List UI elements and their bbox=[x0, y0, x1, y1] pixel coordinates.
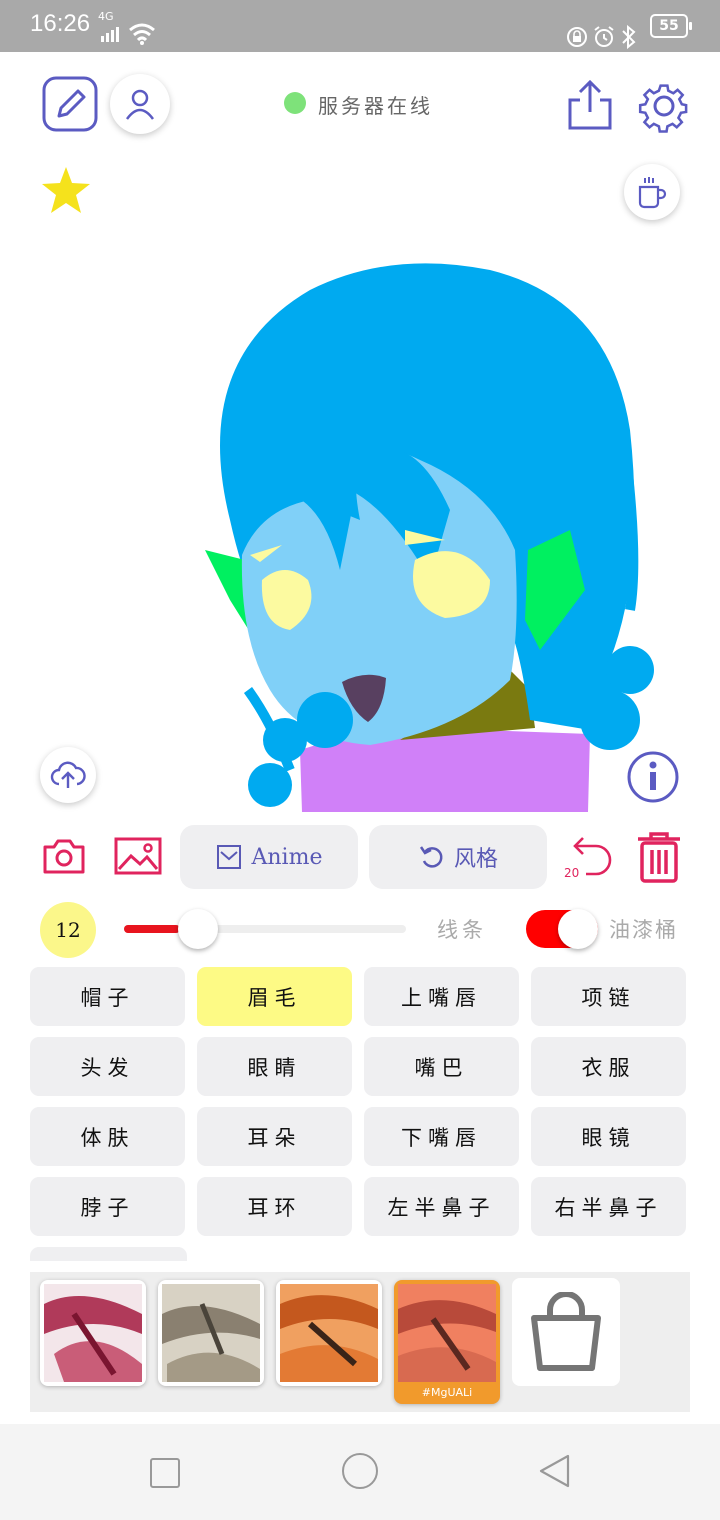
part-button-selected[interactable]: 眉毛 bbox=[197, 967, 352, 1026]
part-button[interactable]: 眼镜 bbox=[531, 1107, 686, 1166]
network-type: 4G bbox=[98, 10, 114, 23]
part-button[interactable]: 上嘴唇 bbox=[364, 967, 519, 1026]
status-bar: 16:26 4G 55 bbox=[0, 0, 720, 52]
part-button[interactable]: 眼睛 bbox=[197, 1037, 352, 1096]
coffee-cup-icon bbox=[638, 177, 667, 209]
server-status-dot bbox=[284, 92, 306, 114]
anime-button[interactable]: Anime bbox=[180, 825, 358, 889]
part-button[interactable]: 帽子 bbox=[30, 967, 185, 1026]
recents-icon[interactable] bbox=[150, 1458, 180, 1488]
part-button[interactable]: 体肤 bbox=[30, 1107, 185, 1166]
undo-count: 20 bbox=[564, 866, 580, 880]
part-button[interactable]: 左半鼻子 bbox=[364, 1177, 519, 1236]
image-gallery-icon[interactable] bbox=[114, 836, 162, 876]
brush-size-slider-track[interactable] bbox=[124, 909, 406, 949]
style-thumbnail-selected[interactable]: #MgUALi bbox=[394, 1280, 500, 1404]
style-thumbnail[interactable] bbox=[158, 1280, 264, 1386]
cloud-upload-icon bbox=[50, 761, 86, 788]
profile-button[interactable] bbox=[110, 74, 170, 134]
back-icon[interactable] bbox=[538, 1454, 572, 1488]
part-button-partial[interactable] bbox=[30, 1247, 187, 1261]
anime-label: Anime bbox=[251, 844, 323, 870]
style-thumbnail[interactable] bbox=[276, 1280, 382, 1386]
part-button[interactable]: 耳朵 bbox=[197, 1107, 352, 1166]
info-icon[interactable] bbox=[626, 750, 680, 804]
line-mode-label: 线条 bbox=[437, 918, 487, 942]
share-icon[interactable] bbox=[566, 78, 614, 132]
selected-style-caption: #MgUALi bbox=[421, 1386, 473, 1399]
trash-icon[interactable] bbox=[634, 830, 684, 884]
part-button[interactable]: 耳环 bbox=[197, 1177, 352, 1236]
part-button[interactable]: 衣服 bbox=[531, 1037, 686, 1096]
lock-icon bbox=[567, 27, 587, 47]
part-button[interactable]: 嘴巴 bbox=[364, 1037, 519, 1096]
wifi-icon bbox=[129, 23, 155, 45]
user-icon bbox=[125, 89, 155, 120]
signal-icon bbox=[101, 27, 119, 42]
home-icon[interactable] bbox=[342, 1453, 378, 1489]
shop-button[interactable] bbox=[512, 1278, 620, 1386]
bucket-toggle[interactable] bbox=[526, 909, 598, 949]
favorite-star-icon[interactable] bbox=[40, 165, 92, 215]
edit-icon[interactable] bbox=[42, 76, 98, 132]
bluetooth-icon bbox=[622, 24, 636, 50]
system-nav-bar bbox=[0, 1424, 720, 1520]
brush-size-slider-fill bbox=[124, 925, 181, 933]
bucket-mode-label: 油漆桶 bbox=[609, 918, 678, 942]
style-label: 风格 bbox=[453, 847, 498, 872]
rotate-icon bbox=[419, 846, 443, 868]
settings-gear-icon[interactable] bbox=[636, 78, 692, 134]
bucket-toggle-knob bbox=[558, 909, 598, 949]
alarm-icon bbox=[594, 26, 614, 47]
coffee-button[interactable] bbox=[624, 164, 680, 220]
shopping-bag-icon bbox=[531, 1292, 601, 1371]
style-button[interactable]: 风格 bbox=[369, 825, 547, 889]
status-time: 16:26 bbox=[30, 10, 91, 37]
server-status-text: 服务器在线 bbox=[318, 94, 433, 118]
cloud-upload-button[interactable] bbox=[40, 747, 96, 803]
style-thumbnail[interactable] bbox=[40, 1280, 146, 1386]
part-button[interactable]: 下嘴唇 bbox=[364, 1107, 519, 1166]
part-button[interactable]: 头发 bbox=[30, 1037, 185, 1096]
part-button[interactable]: 项链 bbox=[531, 967, 686, 1026]
brush-size-indicator: 12 bbox=[40, 902, 96, 958]
camera-icon[interactable] bbox=[42, 836, 86, 876]
mail-box-icon bbox=[216, 845, 241, 869]
battery-indicator: 55 bbox=[650, 14, 692, 38]
part-button[interactable]: 右半鼻子 bbox=[531, 1177, 686, 1236]
brush-size-slider-knob[interactable] bbox=[178, 909, 219, 949]
part-button[interactable]: 脖子 bbox=[30, 1177, 185, 1236]
drawing-canvas[interactable] bbox=[190, 250, 670, 815]
